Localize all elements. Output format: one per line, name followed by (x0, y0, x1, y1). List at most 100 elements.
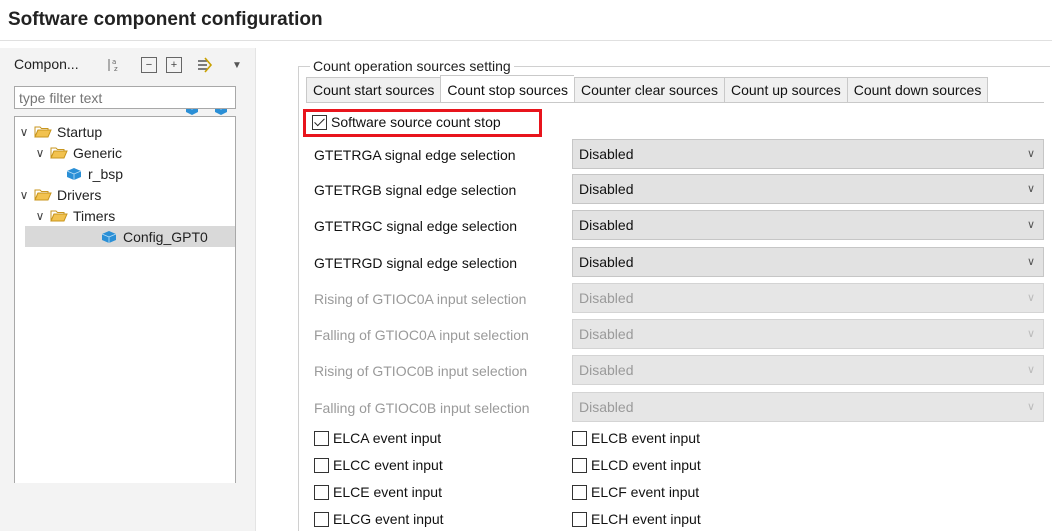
select-value: Disabled (579, 146, 634, 162)
expand-all-icon[interactable]: + (166, 57, 182, 73)
select-value: Disabled (579, 181, 634, 197)
checkbox-unchecked[interactable] (314, 511, 329, 527)
chevron-down-icon: ∨ (1026, 148, 1035, 160)
field-label-gtetrgc: GTETRGC signal edge selection (314, 218, 518, 234)
field-label-rising-gtioc0a: Rising of GTIOC0A input selection (314, 291, 527, 307)
field-label-gtetrgb: GTETRGB signal edge selection (314, 182, 517, 198)
chevron-down-icon[interactable]: ∨ (17, 188, 31, 202)
tab-count-stop-sources[interactable]: Count stop sources (440, 75, 575, 103)
component-pane-label: Compon... (14, 56, 79, 72)
folder-open-icon (50, 210, 68, 221)
checkbox-checked[interactable] (312, 114, 327, 130)
event-label: ELCC event input (333, 457, 443, 473)
select-rising-gtioc0a: Disabled ∨ (572, 283, 1044, 313)
select-falling-gtioc0a: Disabled ∨ (572, 319, 1044, 349)
event-label: ELCD event input (591, 457, 701, 473)
tree-item-label: Timers (73, 207, 116, 224)
tree-item-label: Config_GPT0 (123, 228, 208, 245)
event-label: ELCB event input (591, 430, 700, 446)
chevron-down-icon: ∨ (1026, 328, 1035, 340)
chevron-down-icon[interactable]: ∨ (17, 125, 31, 139)
svg-text:z: z (114, 65, 118, 73)
chevron-down-icon: ∨ (1026, 401, 1035, 413)
tab-count-start-sources[interactable]: Count start sources (306, 77, 441, 103)
chevron-down-icon: ∨ (1026, 219, 1035, 231)
checkbox-unchecked[interactable] (572, 457, 587, 473)
checkbox-unchecked[interactable] (314, 484, 329, 500)
tab-bar: Count start sources Count stop sources C… (306, 75, 989, 103)
page-title: Software component configuration (8, 9, 323, 30)
group-title: Count operation sources setting (310, 58, 514, 74)
field-label-rising-gtioc0b: Rising of GTIOC0B input selection (314, 363, 528, 379)
select-value: Disabled (579, 290, 634, 306)
tree-item-r-bsp[interactable]: r_bsp (65, 163, 123, 184)
folder-open-icon (34, 189, 52, 200)
elcf-checkbox[interactable]: ELCF event input (572, 484, 699, 500)
title-divider (0, 40, 1052, 41)
select-value: Disabled (579, 326, 634, 342)
pane-splitter[interactable] (255, 48, 261, 531)
tab-count-up-sources[interactable]: Count up sources (723, 77, 847, 103)
elcd-checkbox[interactable]: ELCD event input (572, 457, 701, 473)
checkbox-unchecked[interactable] (314, 457, 329, 473)
select-rising-gtioc0b: Disabled ∨ (572, 355, 1044, 385)
event-label: ELCG event input (333, 511, 444, 527)
elch-checkbox[interactable]: ELCH event input (572, 511, 701, 527)
elcg-checkbox[interactable]: ELCG event input (314, 511, 444, 527)
tab-divider (306, 102, 1044, 103)
select-gtetrgc[interactable]: Disabled ∨ (572, 210, 1044, 240)
checkbox-unchecked[interactable] (572, 484, 587, 500)
checkbox-unchecked[interactable] (572, 511, 587, 527)
tree-item-label: Generic (73, 144, 123, 161)
tab-count-down-sources[interactable]: Count down sources (846, 77, 989, 103)
field-label-gtetrga: GTETRGA signal edge selection (314, 147, 516, 163)
field-label-falling-gtioc0b: Falling of GTIOC0B input selection (314, 400, 530, 416)
chevron-down-icon: ∨ (1026, 364, 1035, 376)
event-label: ELCH event input (591, 511, 701, 527)
select-value: Disabled (579, 254, 634, 270)
elcb-checkbox[interactable]: ELCB event input (572, 430, 700, 446)
link-menu-icon[interactable] (196, 57, 216, 73)
tree-item-config-gpt0[interactable]: Config_GPT0 (25, 226, 235, 247)
tab-counter-clear-sources[interactable]: Counter clear sources (574, 77, 724, 103)
event-label: ELCE event input (333, 484, 442, 500)
tree-item-label: Drivers (57, 186, 102, 203)
software-stop-checkbox[interactable]: Software source count stop (312, 114, 501, 130)
checkbox-unchecked[interactable] (314, 430, 329, 446)
chevron-down-icon: ∨ (1026, 292, 1035, 304)
tree-item-label: r_bsp (88, 165, 124, 182)
checkbox-unchecked[interactable] (572, 430, 587, 446)
event-label: ELCA event input (333, 430, 442, 446)
sort-az-icon[interactable]: az (106, 57, 122, 73)
select-gtetrgd[interactable]: Disabled ∨ (572, 247, 1044, 277)
chevron-down-icon: ∨ (1026, 183, 1035, 195)
collapse-all-icon[interactable]: − (141, 57, 157, 73)
select-falling-gtioc0b: Disabled ∨ (572, 392, 1044, 422)
elca-checkbox[interactable]: ELCA event input (314, 430, 441, 446)
chevron-down-icon: ∨ (1026, 256, 1035, 268)
tree-item-timers[interactable]: ∨ Timers (33, 205, 116, 226)
tree-item-generic[interactable]: ∨ Generic (33, 142, 122, 163)
elcc-checkbox[interactable]: ELCC event input (314, 457, 443, 473)
filter-input[interactable] (14, 86, 236, 109)
component-tree: ∨ Startup ∨ Generic r_bsp ∨ Drivers ∨ Ti… (14, 116, 236, 483)
chevron-down-icon[interactable]: ∨ (33, 209, 47, 223)
select-gtetrga[interactable]: Disabled ∨ (572, 139, 1044, 169)
component-cube-icon (101, 231, 117, 243)
field-label-falling-gtioc0a: Falling of GTIOC0A input selection (314, 327, 529, 343)
select-value: Disabled (579, 362, 634, 378)
chevron-down-icon[interactable]: ∨ (33, 146, 47, 160)
view-menu-icon[interactable]: ▼ (229, 57, 245, 73)
component-pane-header: Compon... az − + ▼ (0, 48, 255, 88)
elce-checkbox[interactable]: ELCE event input (314, 484, 442, 500)
select-value: Disabled (579, 399, 634, 415)
field-label-gtetrgd: GTETRGD signal edge selection (314, 255, 518, 271)
tree-item-startup[interactable]: ∨ Startup (17, 121, 103, 142)
folder-open-icon (34, 126, 52, 137)
component-pane: Compon... az − + ▼ ∨ Startup ∨ Generic r… (0, 48, 255, 531)
tree-item-drivers[interactable]: ∨ Drivers (17, 184, 102, 205)
select-gtetrgb[interactable]: Disabled ∨ (572, 174, 1044, 204)
folder-open-icon (50, 147, 68, 158)
software-stop-label: Software source count stop (331, 114, 501, 130)
tree-item-label: Startup (57, 123, 103, 140)
